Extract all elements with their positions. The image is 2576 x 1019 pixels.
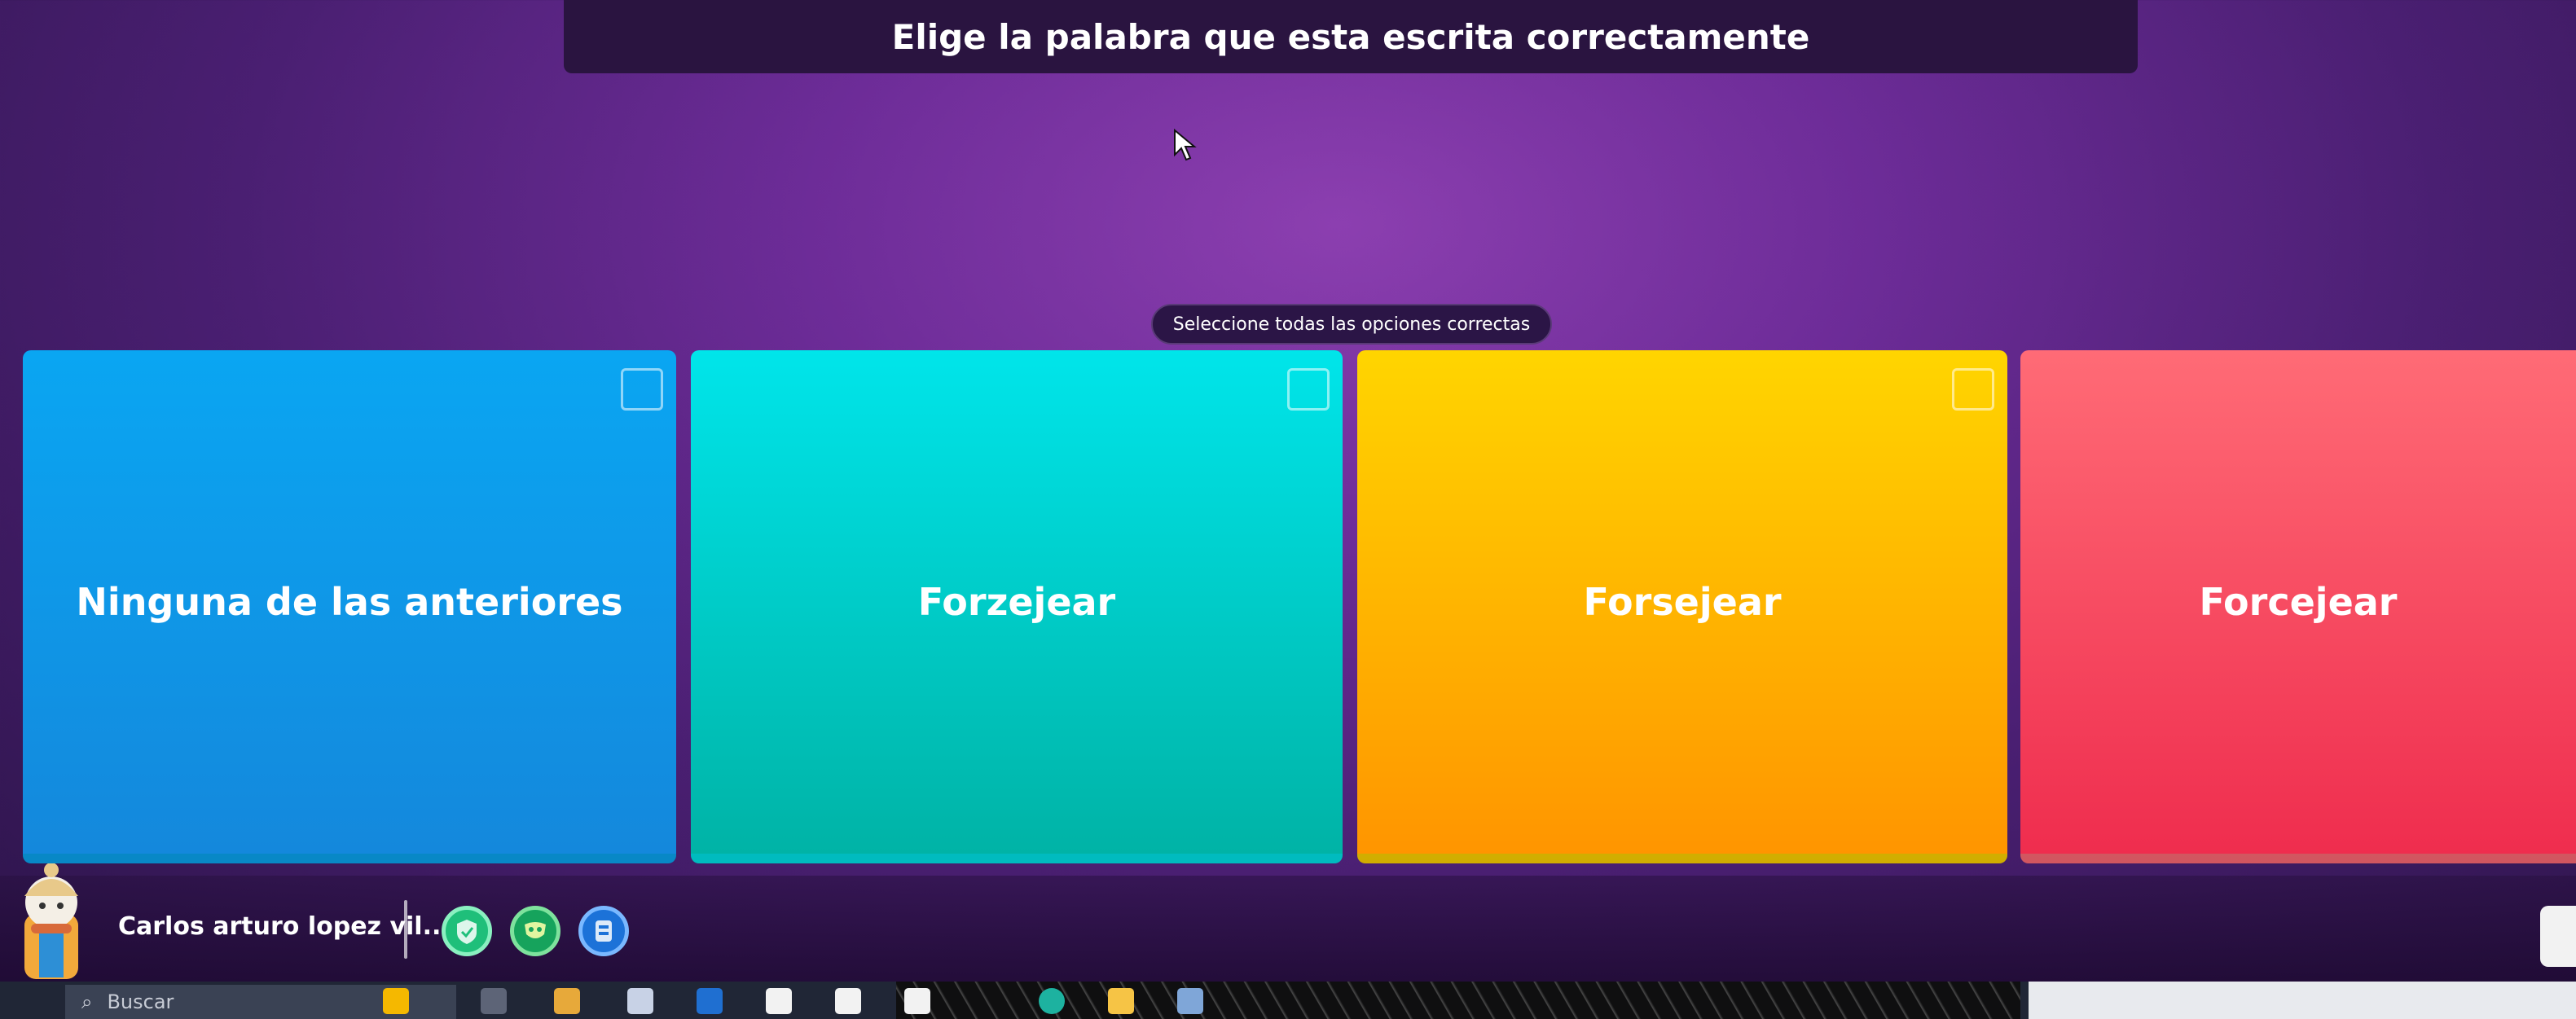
mouse-cursor-icon (1174, 129, 1197, 161)
mail-icon[interactable] (697, 988, 723, 1014)
question-text: Elige la palabra que esta escrita correc… (891, 16, 1810, 57)
taskbar-background-image (896, 982, 2020, 1019)
edge-browser-icon[interactable] (1039, 988, 1065, 1014)
file-icon[interactable] (766, 988, 792, 1014)
option-checkbox[interactable] (1952, 368, 1994, 411)
shield-powerup-icon[interactable] (442, 906, 492, 956)
side-panel-toggle[interactable] (2540, 906, 2576, 967)
widgets-icon[interactable] (383, 988, 409, 1014)
option-label: Forzejear (917, 580, 1116, 624)
taskbar-search-placeholder: Buscar (107, 990, 174, 1013)
answer-option-1[interactable]: Ninguna de las anteriores (23, 350, 676, 863)
answer-option-4[interactable]: Forcejear (2020, 350, 2576, 863)
instruction-text: Seleccione todas las opciones correctas (1172, 314, 1531, 335)
streak-powerup-icon[interactable] (578, 906, 629, 956)
player-bar-divider (404, 900, 407, 959)
app-icon[interactable] (627, 988, 653, 1014)
mask-powerup-icon[interactable] (510, 906, 560, 956)
question-header: Elige la palabra que esta escrita correc… (564, 0, 2138, 73)
system-tray (2029, 982, 2576, 1019)
player-name: Carlos arturo lopez vil... (118, 912, 451, 941)
instruction-pill: Seleccione todas las opciones correctas (1151, 304, 1552, 345)
option-checkbox[interactable] (1287, 368, 1330, 411)
player-avatar (24, 863, 78, 979)
app-icon[interactable] (554, 988, 580, 1014)
file-explorer-icon[interactable] (1108, 988, 1134, 1014)
file-icon[interactable] (835, 988, 861, 1014)
answer-option-3[interactable]: Forsejear (1357, 350, 2007, 863)
app-icon[interactable] (1177, 988, 1203, 1014)
option-label: Forsejear (1583, 580, 1782, 624)
task-view-icon[interactable] (481, 988, 507, 1014)
search-icon: ⌕ (81, 990, 93, 1013)
answer-option-2[interactable]: Forzejear (691, 350, 1343, 863)
option-label: Forcejear (2199, 580, 2398, 624)
option-label: Ninguna de las anteriores (76, 580, 623, 624)
file-icon[interactable] (904, 988, 930, 1014)
os-taskbar: ⌕ Buscar (0, 982, 2576, 1019)
option-checkbox[interactable] (621, 368, 663, 411)
